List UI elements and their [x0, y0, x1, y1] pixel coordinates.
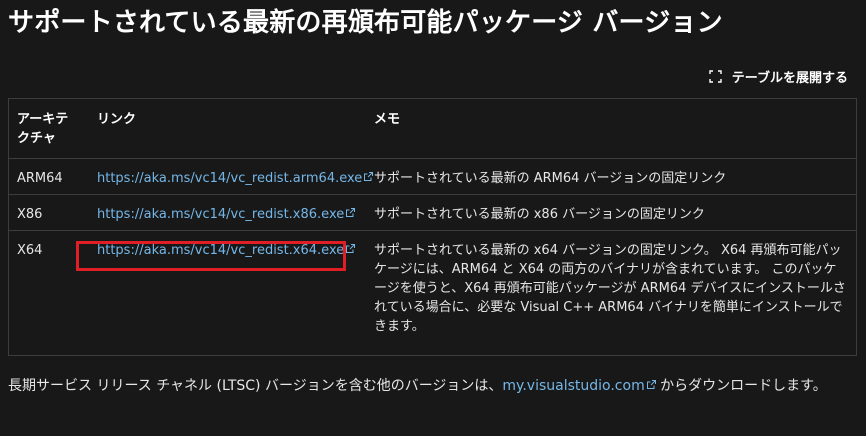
- expand-table-button[interactable]: テーブルを展開する: [709, 67, 848, 86]
- footer-text-before: 長期サービス リリース チャネル (LTSC) バージョンを含む他のバージョンは…: [8, 378, 503, 394]
- footer-paragraph: 長期サービス リリース チャネル (LTSC) バージョンを含む他のバージョンは…: [8, 374, 858, 398]
- column-header-arch: アーキテクチャ: [17, 112, 69, 146]
- external-link-icon: [646, 380, 656, 389]
- column-header-link: リンク: [97, 112, 137, 127]
- visualstudio-link[interactable]: my.visualstudio.com: [502, 378, 656, 394]
- footer-text-after: からダウンロードします。: [655, 378, 827, 394]
- download-link-arm64[interactable]: https://aka.ms/vc14/vc_redist.arm64.exe: [97, 171, 374, 186]
- table-row: X86 https://aka.ms/vc14/vc_redist.x86.ex…: [9, 194, 856, 230]
- redist-table: アーキテクチャ リンク メモ ARM64 https://aka.ms/vc14…: [8, 98, 857, 356]
- table-header-row: アーキテクチャ リンク メモ: [9, 99, 856, 158]
- memo-cell: サポートされている最新の x86 バージョンの固定リンク: [374, 206, 705, 222]
- column-header-memo: メモ: [374, 112, 401, 127]
- external-link-icon: [346, 243, 356, 253]
- external-link-icon: [364, 171, 374, 181]
- memo-cell: サポートされている最新の x64 バージョンの固定リンク。 X64 再頒布可能パ…: [374, 242, 846, 334]
- memo-cell: サポートされている最新の ARM64 バージョンの固定リンク: [374, 170, 727, 186]
- arch-cell: ARM64: [17, 170, 63, 186]
- arch-cell: X86: [17, 206, 43, 222]
- external-link-icon: [346, 207, 356, 217]
- expand-table-label: テーブルを展開する: [731, 71, 848, 86]
- download-link-x64[interactable]: https://aka.ms/vc14/vc_redist.x64.exe: [97, 243, 356, 258]
- table-row: X64 https://aka.ms/vc14/vc_redist.x64.ex…: [9, 230, 856, 353]
- download-link-x86[interactable]: https://aka.ms/vc14/vc_redist.x86.exe: [97, 207, 356, 222]
- expand-icon: [709, 70, 722, 83]
- arch-cell: X64: [17, 242, 43, 258]
- page-title: サポートされている最新の再頒布可能パッケージ バージョン: [8, 8, 723, 38]
- table-row: ARM64 https://aka.ms/vc14/vc_redist.arm6…: [9, 158, 856, 194]
